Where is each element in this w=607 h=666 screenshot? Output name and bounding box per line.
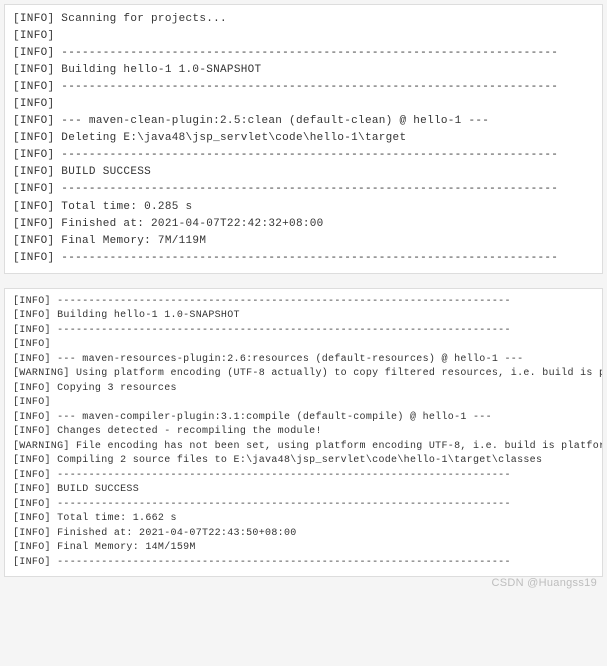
log-line: [INFO] [13,28,594,45]
log-line: [INFO] Final Memory: 7M/119M [13,233,594,250]
log-line: [INFO] Changes detected - recompiling th… [13,425,594,440]
log-line: [INFO] Copying 3 resources [13,382,594,397]
log-line: [INFO] Final Memory: 14M/159M [13,541,594,556]
log-line: [INFO] ---------------------------------… [13,250,594,267]
log-line: [INFO] ---------------------------------… [13,295,594,310]
log-line: [INFO] Compiling 2 source files to E:\ja… [13,454,594,469]
log-line: [INFO] ---------------------------------… [13,45,594,62]
log-line: [WARNING] File encoding has not been set… [13,440,594,455]
log-line: [INFO] Total time: 1.662 s [13,512,594,527]
log-line: [INFO] --- maven-clean-plugin:2.5:clean … [13,113,594,130]
log-line: [INFO] ---------------------------------… [13,469,594,484]
log-line: [INFO] [13,338,594,353]
log-line: [INFO] Finished at: 2021-04-07T22:42:32+… [13,216,594,233]
log-line: [INFO] BUILD SUCCESS [13,164,594,181]
log-line: [INFO] Total time: 0.285 s [13,199,594,216]
log-line: [INFO] ---------------------------------… [13,556,594,571]
log-line: [INFO] ---------------------------------… [13,79,594,96]
maven-compile-output-panel: [INFO] ---------------------------------… [4,288,603,578]
maven-clean-output-panel: [INFO] Scanning for projects... [INFO] [… [4,4,603,274]
log-line: [INFO] [13,396,594,411]
log-line: [INFO] Deleting E:\java48\jsp_servlet\co… [13,130,594,147]
log-line: [INFO] --- maven-compiler-plugin:3.1:com… [13,411,594,426]
log-line: [INFO] ---------------------------------… [13,181,594,198]
log-line: [INFO] ---------------------------------… [13,324,594,339]
log-line: [INFO] Building hello-1 1.0-SNAPSHOT [13,309,594,324]
csdn-watermark: CSDN @Huangss19 [4,577,603,589]
log-line: [INFO] BUILD SUCCESS [13,483,594,498]
log-line: [INFO] ---------------------------------… [13,498,594,513]
log-line: [INFO] --- maven-resources-plugin:2.6:re… [13,353,594,368]
log-line: [INFO] Building hello-1 1.0-SNAPSHOT [13,62,594,79]
log-line: [INFO] Finished at: 2021-04-07T22:43:50+… [13,527,594,542]
log-line: [INFO] Scanning for projects... [13,11,594,28]
log-line: [WARNING] Using platform encoding (UTF-8… [13,367,594,382]
log-line: [INFO] [13,96,594,113]
log-line: [INFO] ---------------------------------… [13,147,594,164]
